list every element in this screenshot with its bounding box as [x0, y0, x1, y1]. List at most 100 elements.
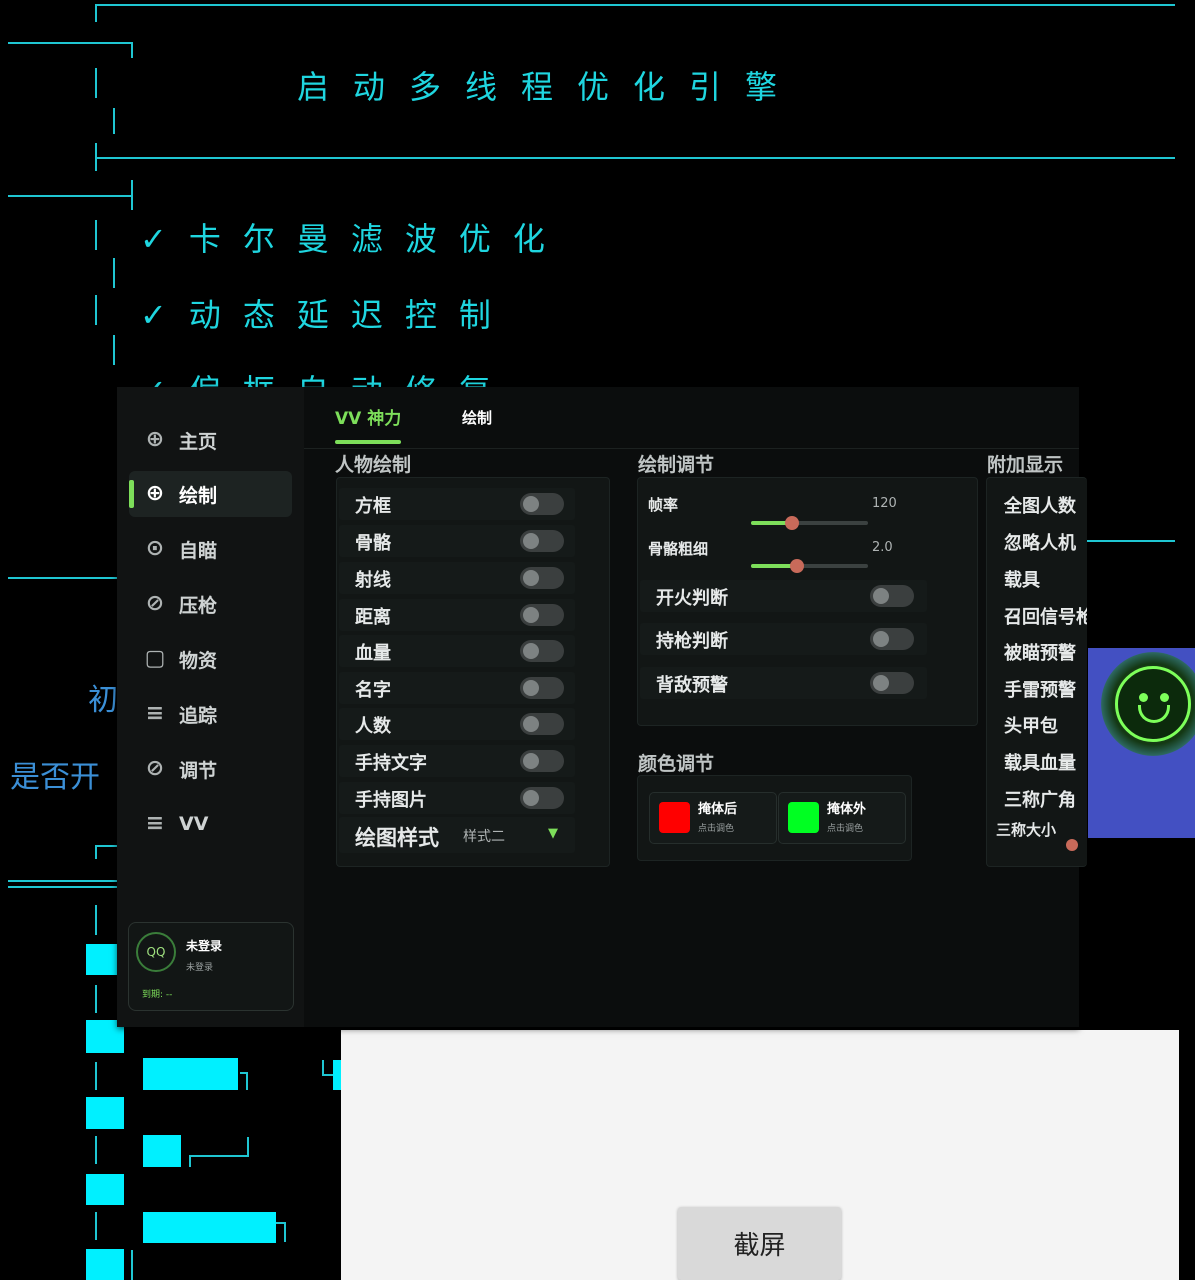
toggle-knob — [523, 570, 539, 586]
frame-line — [95, 1136, 97, 1164]
toggle-knob — [873, 675, 889, 691]
toggle-switch[interactable] — [520, 567, 564, 589]
frame-line — [189, 1155, 191, 1167]
extra-item[interactable]: 头甲包 — [988, 708, 1087, 740]
toggle-label: 血量 — [355, 643, 391, 664]
toggle-switch[interactable] — [870, 628, 914, 650]
active-indicator — [129, 480, 134, 508]
toggle-label: 手持图片 — [355, 790, 427, 811]
toggle-switch[interactable] — [520, 530, 564, 552]
cyan-block — [86, 1097, 124, 1129]
extra-item-label: 三称广角 — [1004, 790, 1076, 811]
toggle-label: 名字 — [355, 680, 391, 701]
tab-draw[interactable]: 绘制 — [462, 407, 492, 428]
toggle-knob — [523, 680, 539, 696]
smiley-float-button[interactable] — [1101, 652, 1195, 756]
extra-item[interactable]: 召回信号枪 — [988, 599, 1087, 631]
extra-item[interactable]: 被瞄预警 — [988, 635, 1087, 667]
toggle-knob — [523, 607, 539, 623]
toggle-switch[interactable] — [520, 750, 564, 772]
bone-thickness-label: 骨骼粗细 — [648, 540, 709, 558]
sidebar-item-label: 主页 — [179, 430, 218, 453]
toggle-row: 手持文字 — [339, 745, 575, 777]
draw-style-row[interactable]: 绘图样式 样式二 ▼ — [339, 817, 575, 853]
frame-line — [1085, 540, 1175, 542]
extra-item-label: 被瞄预警 — [1004, 643, 1076, 664]
tab-vv[interactable]: VV 神力 — [335, 404, 401, 429]
sidebar-item-tracking[interactable]: ≡ 追踪 — [129, 691, 292, 737]
user-status: 未登录 — [186, 963, 214, 973]
toggle-knob — [523, 533, 539, 549]
color-adjust-card: 掩体后 点击调色 掩体外 点击调色 — [637, 775, 912, 861]
frame-line — [95, 220, 97, 250]
cyan-block — [86, 1174, 124, 1205]
engine-title: 启动多线程优化引擎 — [297, 68, 802, 106]
extra-item-label: 载具血量 — [1004, 753, 1076, 774]
frame-line — [95, 1212, 97, 1240]
toggle-label: 人数 — [355, 716, 391, 737]
toggle-switch[interactable] — [870, 585, 914, 607]
color-picker-outside-cover[interactable]: 掩体外 点击调色 — [778, 792, 906, 844]
user-card[interactable]: QQ 未登录 未登录 到期: -- — [128, 922, 294, 1011]
toggle-knob — [523, 790, 539, 806]
check-item: ✓卡尔曼滤波优化 — [140, 220, 567, 258]
slash-circle-icon: ⊘ — [145, 756, 165, 781]
crosshair-icon: ⊕ — [145, 481, 165, 506]
extra-item[interactable]: 忽略人机 — [988, 525, 1087, 557]
sidebar-item-label: 物资 — [179, 649, 218, 672]
extra-item[interactable]: 全图人数 — [988, 488, 1087, 520]
toggle-switch[interactable] — [520, 604, 564, 626]
sidebar-item-aimbot[interactable]: ⊙ 自瞄 — [129, 526, 292, 572]
frame-line — [95, 68, 97, 98]
color-picker-behind-cover[interactable]: 掩体后 点击调色 — [649, 792, 777, 844]
frame-line — [95, 1062, 97, 1090]
toggle-switch[interactable] — [520, 493, 564, 515]
qq-avatar: QQ — [136, 932, 176, 972]
frame-line — [95, 157, 1175, 159]
color-hint: 点击调色 — [698, 824, 735, 834]
sidebar-item-vv[interactable]: ≡ VV — [129, 801, 292, 847]
dropdown-arrow-icon: ▼ — [548, 826, 558, 841]
toggle-knob — [523, 716, 539, 732]
size-slider-knob[interactable] — [1066, 839, 1078, 851]
draw-style-value: 样式二 — [463, 829, 505, 845]
bone-thickness-value: 2.0 — [872, 540, 893, 555]
color-swatch-red — [659, 802, 690, 833]
frame-line — [247, 1137, 249, 1157]
frame-line — [95, 845, 97, 859]
sidebar-item-home[interactable]: ⊕ 主页 — [129, 417, 292, 463]
toggle-label: 距离 — [355, 607, 391, 628]
toggle-switch[interactable] — [520, 677, 564, 699]
extra-item[interactable]: 载具血量 — [988, 745, 1087, 777]
sidebar-item-draw[interactable]: ⊕ 绘制 — [129, 471, 292, 517]
toggle-switch[interactable] — [870, 672, 914, 694]
toggle-switch[interactable] — [520, 640, 564, 662]
screenshot-button[interactable]: 截屏 — [678, 1207, 841, 1280]
frame-line — [95, 4, 97, 22]
cyan-block — [86, 944, 117, 975]
extra-item[interactable]: 载具 — [988, 562, 1087, 594]
sidebar-item-label: 自瞄 — [179, 539, 218, 562]
sidebar-item-adjust[interactable]: ⊘ 调节 — [129, 746, 292, 792]
check-item: ✓动态延迟控制 — [140, 296, 513, 334]
crosshair-icon: ⊕ — [145, 427, 165, 452]
toggle-row: 方框 — [339, 488, 575, 520]
toggle-switch[interactable] — [520, 787, 564, 809]
bone-thickness-slider-knob[interactable] — [790, 559, 804, 573]
expiry-text: 到期: -- — [142, 990, 173, 1000]
frame-line — [131, 1250, 133, 1280]
fps-slider-knob[interactable] — [785, 516, 799, 530]
extra-item[interactable]: 手雷预警 — [988, 672, 1087, 704]
color-name: 掩体外 — [827, 802, 867, 817]
extra-item-label: 载具 — [1004, 570, 1040, 591]
frame-line — [8, 42, 133, 44]
toggle-switch[interactable] — [520, 713, 564, 735]
toggle-knob — [523, 753, 539, 769]
extra-item[interactable]: 三称广角 — [988, 782, 1087, 814]
toggle-knob — [873, 588, 889, 604]
toggle-row: 距离 — [339, 599, 575, 631]
cheat-menu-window: ⊕ 主页 ⊕ 绘制 ⊙ 自瞄 ⊘ 压枪 ▢ 物资 ≡ 追踪 ⊘ 调节 ≡ VV … — [117, 387, 1087, 1027]
sidebar-item-recoil[interactable]: ⊘ 压枪 — [129, 581, 292, 627]
sidebar-item-supplies[interactable]: ▢ 物资 — [129, 636, 292, 682]
smiley-icon — [1115, 666, 1191, 742]
